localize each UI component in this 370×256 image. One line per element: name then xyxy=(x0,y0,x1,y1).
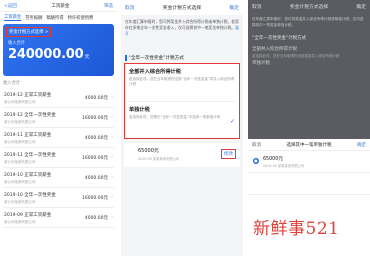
section-title: “全年一次性奖金”计税方式 xyxy=(128,56,184,61)
chevron-right-icon: › xyxy=(111,215,113,220)
confirm-button[interactable]: 确定 xyxy=(229,4,239,11)
chevron-right-icon: › xyxy=(111,155,113,160)
top-bar: <返回 工资薪金 筛选 xyxy=(0,0,117,12)
list-item[interactable]: ● 65000元 2019-09 某某某某有限公司 xyxy=(248,151,370,173)
page-title: 奖金计税方式选择 xyxy=(289,5,329,10)
notice-text: 在年度汇算申报时，您可将奖金并入综合所得计税或单独计税，仅可选择其中一笔奖金单独… xyxy=(252,17,364,27)
income-total-amount: 240000.00元 xyxy=(8,47,90,62)
list-item[interactable]: 2019-10 全年一次性奖金 某公司某某有限公司 16000.00元 › xyxy=(3,188,114,208)
radio-selected-icon: ● xyxy=(253,158,259,164)
filter-button[interactable]: 筛选 xyxy=(104,3,113,9)
item-value: 16000.00元 xyxy=(82,156,108,161)
item-value: 4000.00元 xyxy=(84,176,108,181)
item-title: 2019-10 正常工资薪金 xyxy=(4,173,52,178)
item-subtitle: 某公司某某有限公司 xyxy=(4,160,36,164)
item-value: 16000.00元 xyxy=(82,116,108,121)
item-subtitle: 某公司某某有限公司 xyxy=(4,180,36,184)
bonus-amount: 65000元 xyxy=(263,157,284,162)
item-title: 2019-09 正常工资薪金 xyxy=(4,213,52,218)
chevron-right-icon: › xyxy=(111,95,113,100)
wage-income-screen: <返回 工资薪金 筛选 工资薪金 劳务报酬 稿酬所得 特许权使用费 奖金计税方式… xyxy=(0,0,117,256)
top-bar: 取消 奖金计税方式选择 确定 xyxy=(121,0,243,15)
option-title: 全部并入综合所得计税 xyxy=(129,69,181,75)
option-combine[interactable]: 全部并入综合所得计税 若选择此项，您在当年取得的全部“全年一次性奖金”将并入综合… xyxy=(129,68,235,87)
section-accent-bar xyxy=(125,55,127,61)
cancel-button: 取消 xyxy=(252,5,262,10)
summary-label: 收入合计 xyxy=(3,81,21,86)
item-subtitle: 某公司某某有限公司 xyxy=(4,220,36,224)
item-subtitle: 某公司某某有限公司 xyxy=(4,200,36,204)
item-title: 2019-11 正常工资薪金 xyxy=(4,133,52,138)
top-bar: 取消 奖金计税方式选择 确定 xyxy=(248,0,370,13)
item-title: 2019-10 全年一次性奖金 xyxy=(4,193,56,198)
tab-labor[interactable]: 劳务报酬 xyxy=(25,15,42,21)
tab-wage[interactable]: 工资薪金 xyxy=(4,14,22,21)
item-subtitle: 某公司某某有限公司 xyxy=(4,140,36,144)
option-description: 若选择此项，您在当年取得的全部“全年一次性奖金”将并入综合所得计税 xyxy=(129,77,235,86)
item-value: 4000.00元 xyxy=(84,216,108,221)
item-subtitle: 某公司某某有限公司 xyxy=(4,120,36,124)
dimmed-background[interactable]: 取消 奖金计税方式选择 确定 在年度汇算申报时，您可将奖金并入综合所得计税或单独… xyxy=(248,0,370,139)
list-item[interactable]: 2019-09 正常工资薪金 某公司某某有限公司 4000.00元 › xyxy=(3,208,114,228)
item-title: 2019-12 正常工资薪金 xyxy=(4,93,52,98)
income-tabs: 工资薪金 劳务报酬 稿酬所得 特许权使用费 xyxy=(0,12,117,23)
tab-license[interactable]: 特许权使用费 xyxy=(68,15,94,21)
confirm-button: 确定 xyxy=(356,5,366,10)
section-title: “全年一次性奖金”计税方式 xyxy=(252,36,307,41)
check-icon: ✓ xyxy=(229,118,235,125)
item-value: 4000.00元 xyxy=(84,96,108,101)
list-item[interactable]: 2019-11 全年一次性奖金 某公司某某有限公司 16000.00元 › xyxy=(3,148,114,168)
option-separate-title: 单独计税 xyxy=(252,61,270,66)
chevron-right-icon: › xyxy=(111,195,113,200)
item-title: 2019-11 全年一次性奖金 xyxy=(4,153,56,158)
list-item[interactable]: 2019-10 正常工资薪金 某公司某某有限公司 4000.00元 › xyxy=(3,168,114,188)
list-item[interactable]: 2019-12 全年一次性奖金 某公司某某有限公司 16000.00元 › xyxy=(3,108,114,128)
chevron-right-icon: › xyxy=(111,135,113,140)
income-list: 2019-12 正常工资薪金 某公司某某有限公司 4000.00元 › 2019… xyxy=(3,88,114,228)
sheet-cancel-button[interactable]: 取消 xyxy=(252,142,261,148)
income-summary-card: 奖金计税方式选择 > 收入合计 240000.00元 xyxy=(3,24,114,76)
list-item[interactable] xyxy=(248,173,370,195)
bonus-tax-method-screen: 取消 奖金计税方式选择 确定 在年度汇算申报时，您可将奖金并入综合所得计税或单独… xyxy=(121,0,243,256)
tab-royalty[interactable]: 稿酬所得 xyxy=(46,15,63,21)
sheet-confirm-button[interactable]: 确定 xyxy=(357,142,366,148)
option-description: 若选择此项，您需在“全年一次性奖金”中选择一笔单独计税 xyxy=(129,115,221,119)
item-title: 2019-12 全年一次性奖金 xyxy=(4,113,56,118)
notice-text: 在年度汇算申报时，您可将奖金并入综合所得计税或单独计税，若您存在多笔全年一次性奖… xyxy=(121,15,243,49)
modify-button[interactable]: 修改 xyxy=(221,149,236,159)
divider xyxy=(129,101,235,102)
chevron-right-icon: › xyxy=(111,175,113,180)
item-value: 4000.00元 xyxy=(84,136,108,141)
option-title: 单独计税 xyxy=(129,107,150,113)
bonus-amount: 65000元 xyxy=(138,148,159,154)
bonus-tax-method-button[interactable]: 奖金计税方式选择 > xyxy=(6,27,52,37)
income-total-label: 收入合计 xyxy=(8,41,26,46)
section-heading: “全年一次性奖金”计税方式 xyxy=(125,55,239,61)
back-button[interactable]: <返回 xyxy=(4,3,17,9)
sheet-title: 选择其中一笔单独计税 xyxy=(286,142,332,148)
list-item[interactable]: 2019-12 正常工资薪金 某公司某某有限公司 4000.00元 › xyxy=(3,88,114,108)
option-combine-title: 全部并入综合所得计税 xyxy=(252,47,297,52)
bonus-source: 2019-09 某某某某有限公司 xyxy=(263,164,305,168)
item-value: 16000.00元 xyxy=(82,196,108,201)
bonus-source: 2019-09 某某某某有限公司 xyxy=(138,157,180,161)
tax-method-options: 全部并入综合所得计税 若选择此项，您在当年取得的全部“全年一次性奖金”将并入综合… xyxy=(124,63,240,139)
selected-bonus-item: 65000元 2019-09 某某某某有限公司 修改 xyxy=(124,143,240,167)
sheet-header: 取消 选择其中一笔单独计税 确定 xyxy=(248,139,370,151)
page-title: 奖金计税方式选择 xyxy=(162,6,202,11)
chevron-right-icon: › xyxy=(111,115,113,120)
item-subtitle: 某公司某某有限公司 xyxy=(4,100,36,104)
cancel-button[interactable]: 取消 xyxy=(125,4,135,11)
watermark: 新鲜事521 xyxy=(253,219,340,239)
list-item[interactable]: 2019-11 正常工资薪金 某公司某某有限公司 4000.00元 › xyxy=(3,128,114,148)
page-title: 工资薪金 xyxy=(51,3,70,9)
option-separate[interactable]: 单独计税 若选择此项，您需在“全年一次性奖金”中选择一笔单独计税 ✓ xyxy=(129,106,235,125)
